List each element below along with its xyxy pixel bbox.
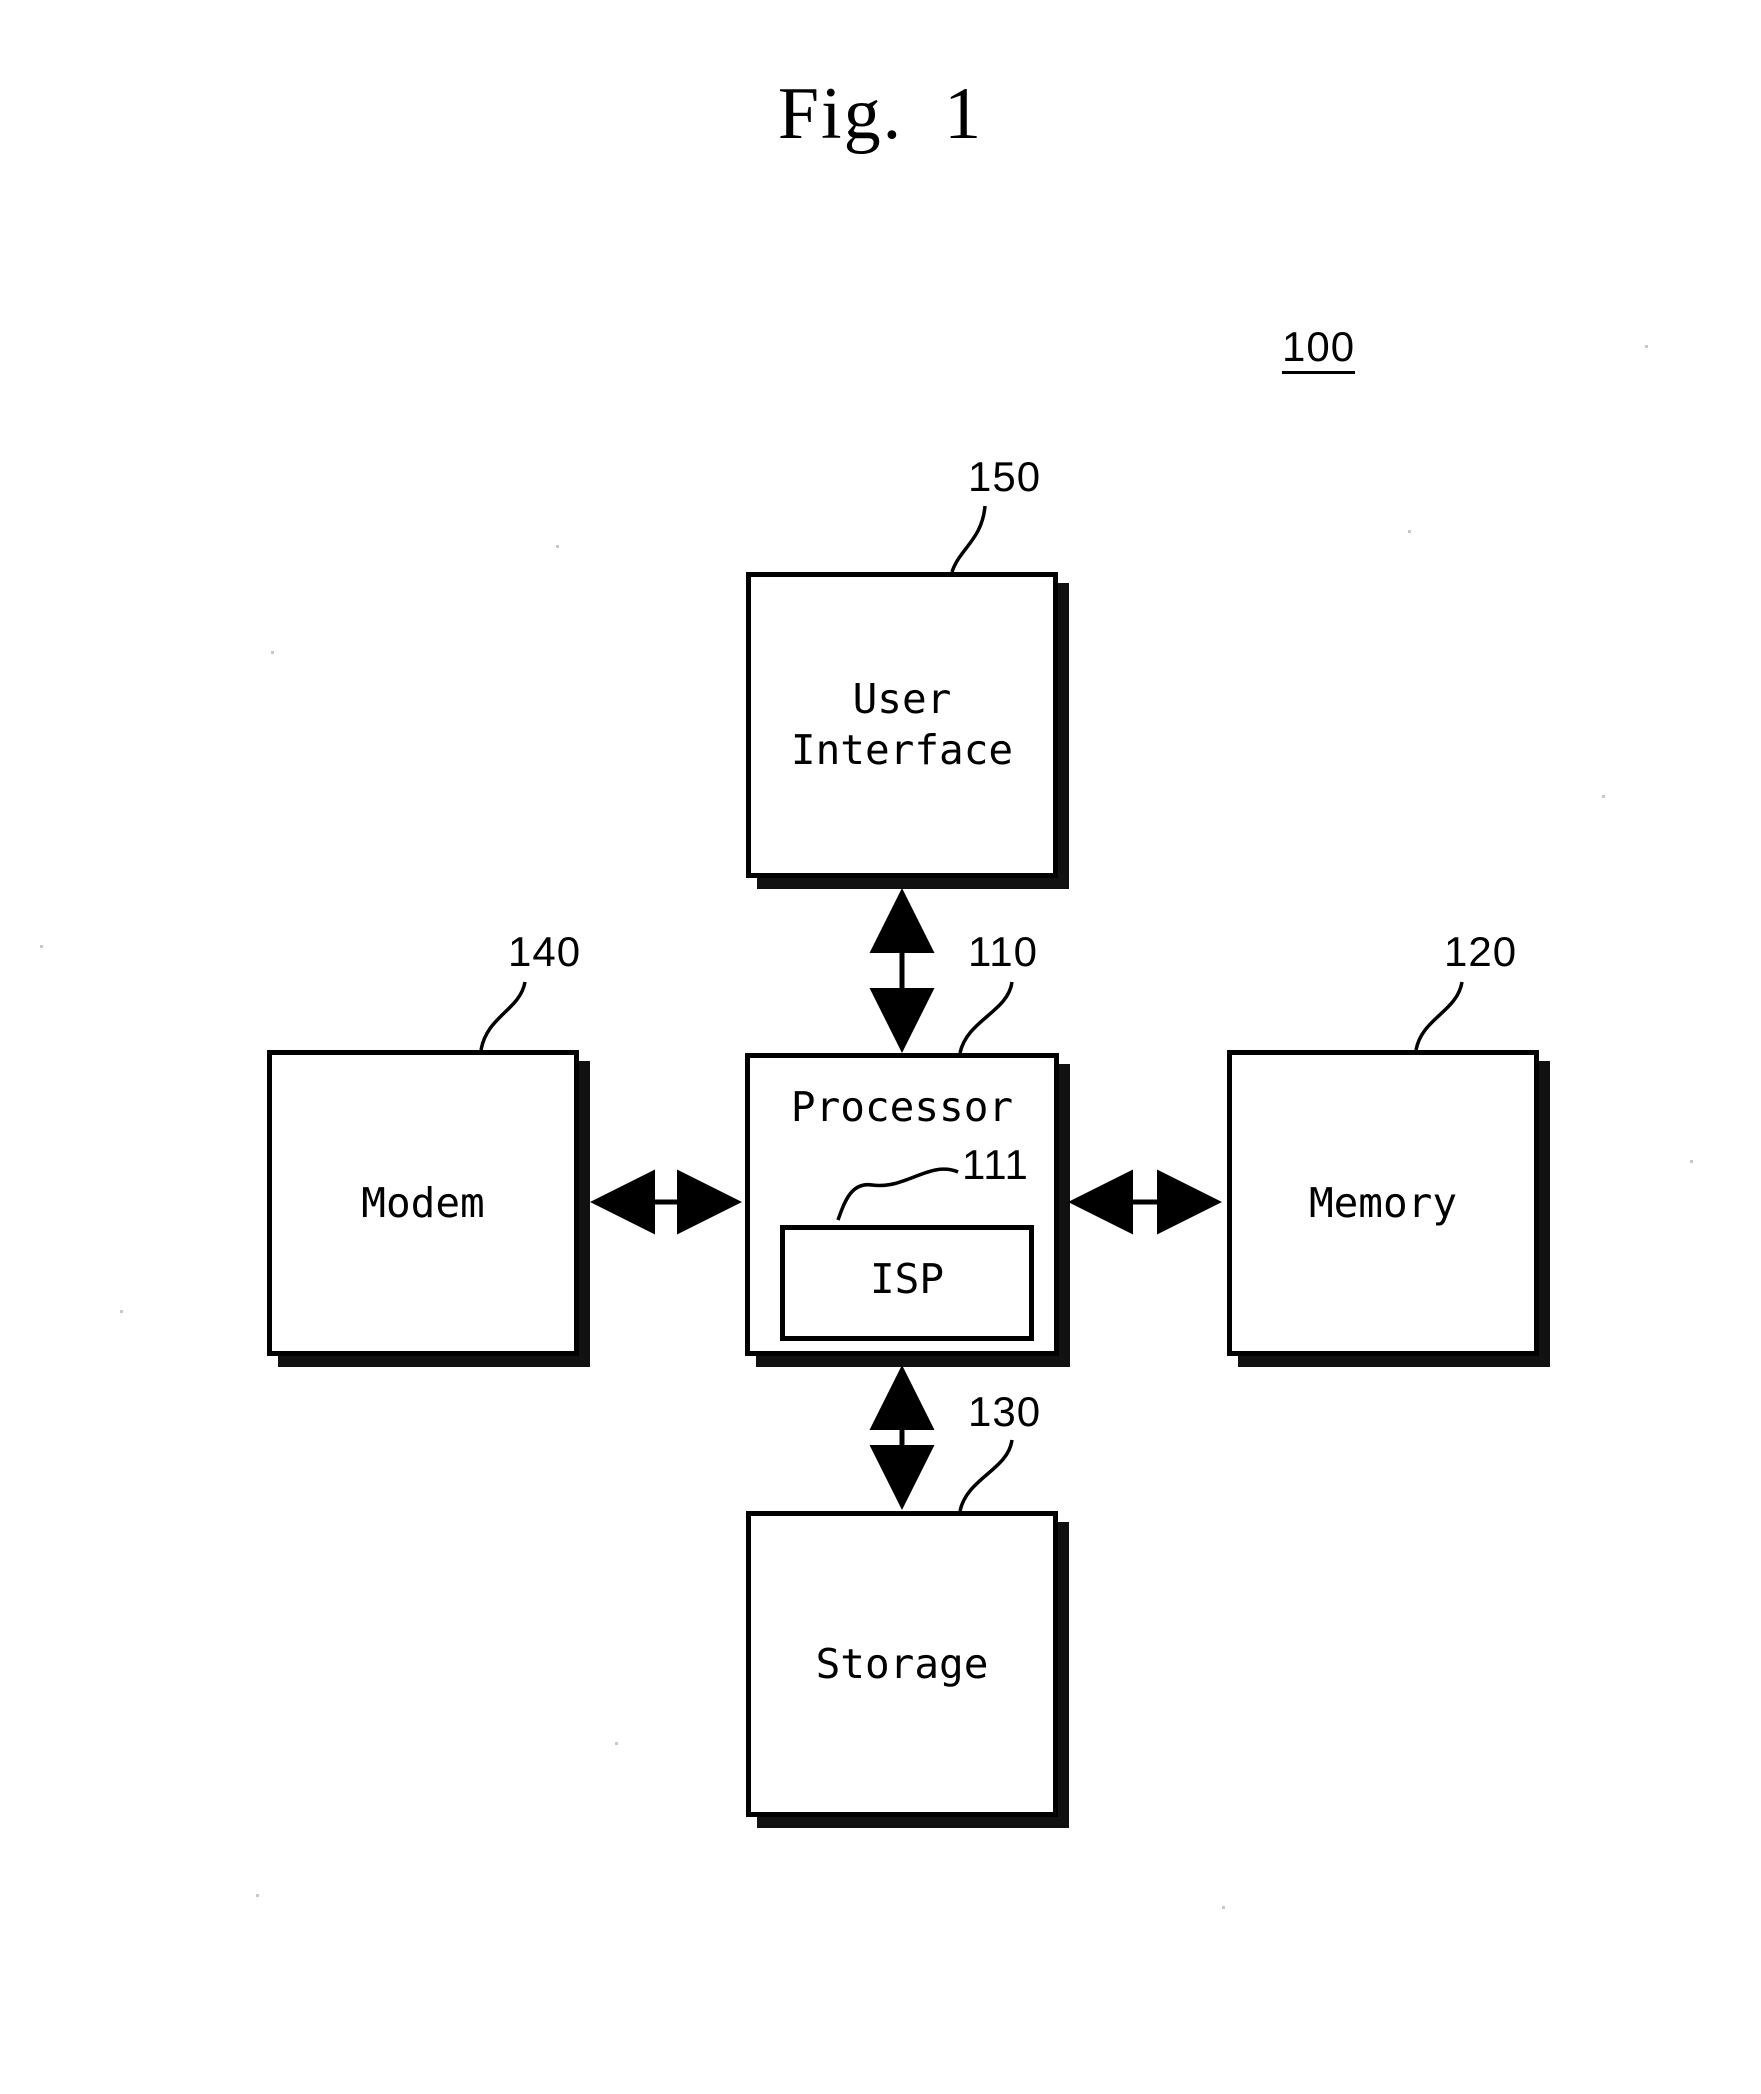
ref-num-140: 140 xyxy=(508,928,582,975)
paper-speck xyxy=(40,945,43,948)
block-user-interface[interactable]: User Interface xyxy=(746,572,1058,878)
block-memory[interactable]: Memory xyxy=(1227,1050,1539,1356)
paper-speck xyxy=(256,1894,259,1897)
patent-figure: Fig. 1 100 User Interface Modem Processo… xyxy=(0,0,1761,2094)
ref-num-111: 111 xyxy=(962,1141,1029,1188)
ref-num-110: 110 xyxy=(968,928,1038,975)
block-processor-label: Processor xyxy=(790,1083,1014,1131)
paper-speck xyxy=(1408,530,1411,533)
leader-line-150 xyxy=(950,505,987,573)
block-user-interface-label: User Interface xyxy=(790,675,1014,774)
paper-speck xyxy=(556,545,559,548)
system-reference-number: 100 xyxy=(1282,325,1356,374)
ref-num-150: 150 xyxy=(968,453,1042,500)
paper-speck xyxy=(1602,795,1605,798)
leader-line-120 xyxy=(1414,981,1464,1051)
paper-speck xyxy=(1645,345,1648,348)
figure-title: Fig. 1 xyxy=(777,73,984,155)
block-storage-label: Storage xyxy=(815,1639,989,1688)
paper-speck xyxy=(271,651,274,654)
paper-speck xyxy=(1222,1906,1225,1909)
ref-num-130: 130 xyxy=(968,1388,1042,1435)
block-isp[interactable]: ISP xyxy=(780,1225,1034,1341)
paper-speck xyxy=(615,1742,618,1745)
block-modem[interactable]: Modem xyxy=(267,1050,579,1356)
block-isp-label: ISP xyxy=(869,1255,945,1303)
block-modem-label: Modem xyxy=(361,1178,485,1227)
block-memory-label: Memory xyxy=(1308,1178,1458,1227)
leader-line-130 xyxy=(958,1439,1014,1512)
leader-line-110 xyxy=(958,981,1014,1054)
ref-num-120: 120 xyxy=(1444,928,1518,975)
block-processor[interactable]: Processor ISP xyxy=(745,1053,1059,1356)
leader-line-140 xyxy=(479,981,527,1051)
paper-speck xyxy=(1690,1160,1693,1163)
block-storage[interactable]: Storage xyxy=(746,1511,1058,1817)
paper-speck xyxy=(120,1310,123,1313)
